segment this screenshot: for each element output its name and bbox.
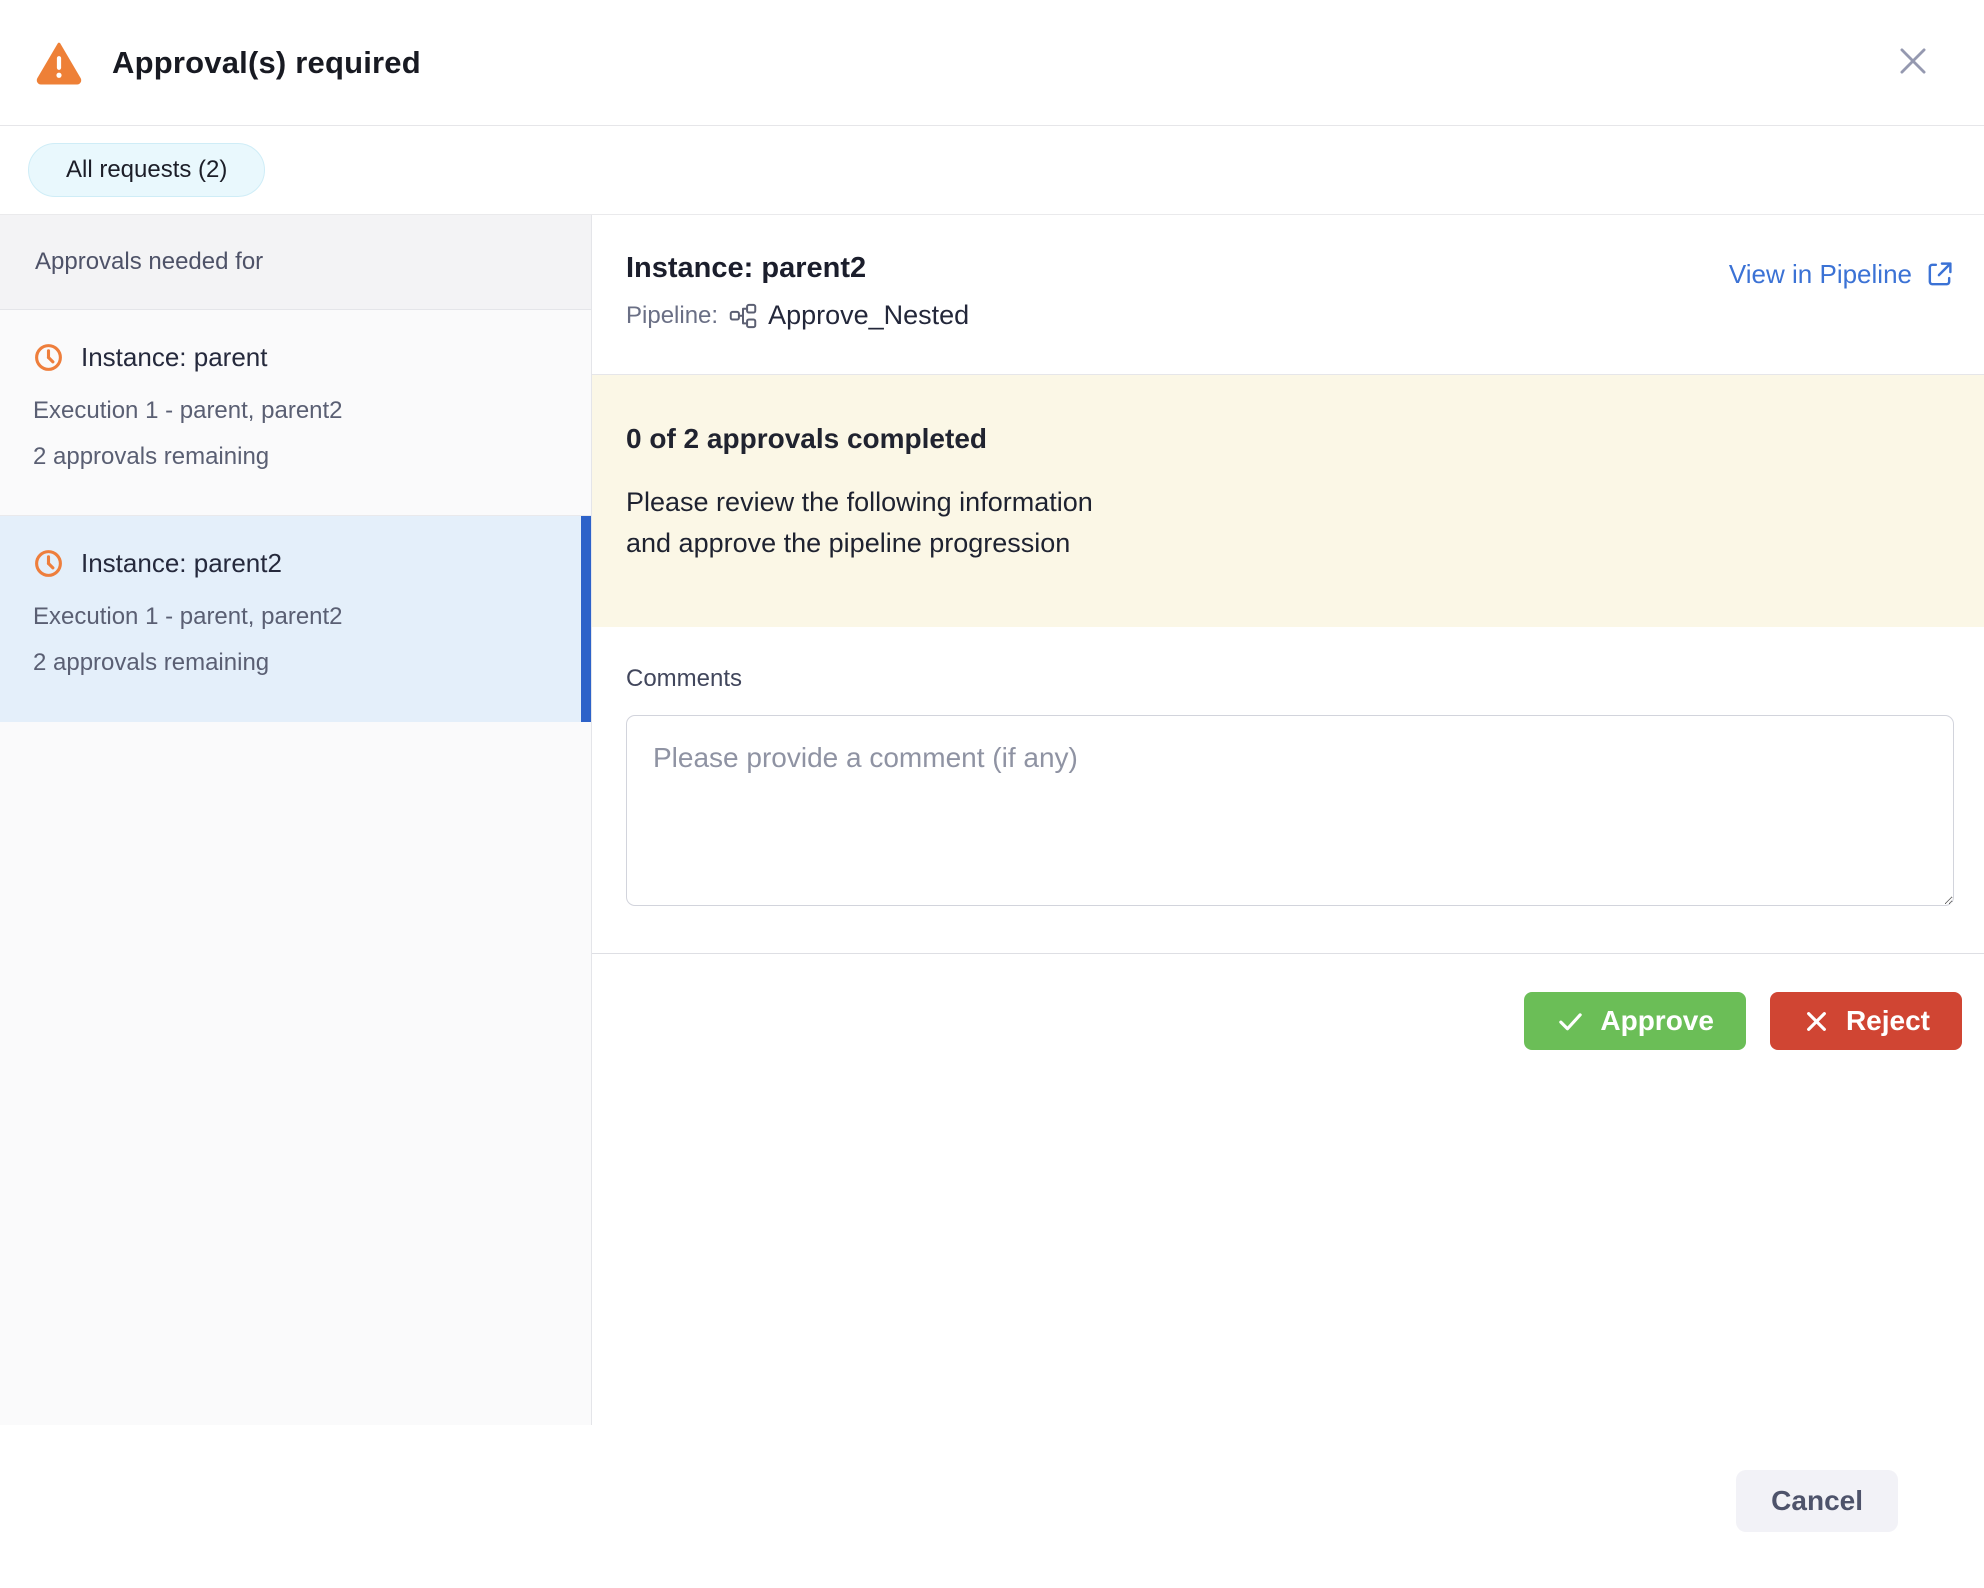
- pipeline-label: Pipeline:: [626, 302, 718, 330]
- approval-item-execution: Execution 1 - parent, parent2: [33, 604, 556, 630]
- comments-label: Comments: [626, 665, 1954, 693]
- pipeline-icon: [729, 302, 757, 330]
- warning-icon: [34, 40, 84, 86]
- dialog-header: Approval(s) required: [0, 0, 1984, 126]
- view-in-pipeline-label: View in Pipeline: [1729, 259, 1912, 290]
- approval-item-title: Instance: parent2: [81, 548, 282, 579]
- approval-item-remaining: 2 approvals remaining: [33, 444, 556, 470]
- pending-clock-icon: [33, 548, 64, 579]
- approval-message: Please review the following information …: [626, 482, 1944, 564]
- detail-header: Instance: parent2 Pipeline: Approve_Nest…: [592, 215, 1984, 375]
- pipeline-name: Approve_Nested: [768, 300, 969, 331]
- dialog-body: Approvals needed for Instance: parent Ex…: [0, 215, 1984, 1425]
- approvals-progress: 0 of 2 approvals completed: [626, 423, 1944, 455]
- pending-clock-icon: [33, 342, 64, 373]
- approval-status-banner: 0 of 2 approvals completed Please review…: [592, 375, 1984, 627]
- approval-item-remaining: 2 approvals remaining: [33, 650, 556, 676]
- approval-detail-pane: Instance: parent2 Pipeline: Approve_Nest…: [592, 215, 1984, 1425]
- approvals-sidebar: Approvals needed for Instance: parent Ex…: [0, 215, 592, 1425]
- approval-list-item-parent[interactable]: Instance: parent Execution 1 - parent, p…: [0, 310, 591, 516]
- external-link-icon: [1925, 260, 1954, 289]
- approval-list-item-parent2[interactable]: Instance: parent2 Execution 1 - parent, …: [0, 516, 591, 722]
- reject-button[interactable]: Reject: [1770, 992, 1962, 1050]
- cancel-button[interactable]: Cancel: [1736, 1470, 1898, 1532]
- reject-button-label: Reject: [1846, 1005, 1930, 1037]
- approval-item-title: Instance: parent: [81, 342, 267, 373]
- dialog-title: Approval(s) required: [112, 45, 421, 81]
- approval-actions: Approve Reject: [592, 954, 1984, 1050]
- sidebar-heading: Approvals needed for: [0, 215, 591, 310]
- check-icon: [1556, 1007, 1585, 1036]
- close-icon: [1894, 42, 1932, 83]
- approve-button[interactable]: Approve: [1524, 992, 1746, 1050]
- comments-section: Comments: [592, 627, 1984, 906]
- x-icon: [1802, 1007, 1831, 1036]
- requests-tab-bar: All requests (2): [0, 126, 1984, 215]
- approval-item-execution: Execution 1 - parent, parent2: [33, 398, 556, 424]
- approve-button-label: Approve: [1600, 1005, 1714, 1037]
- comment-textarea[interactable]: [626, 715, 1954, 906]
- tab-all-requests[interactable]: All requests (2): [28, 143, 265, 197]
- close-button[interactable]: [1891, 41, 1935, 85]
- view-in-pipeline-link[interactable]: View in Pipeline: [1729, 259, 1954, 290]
